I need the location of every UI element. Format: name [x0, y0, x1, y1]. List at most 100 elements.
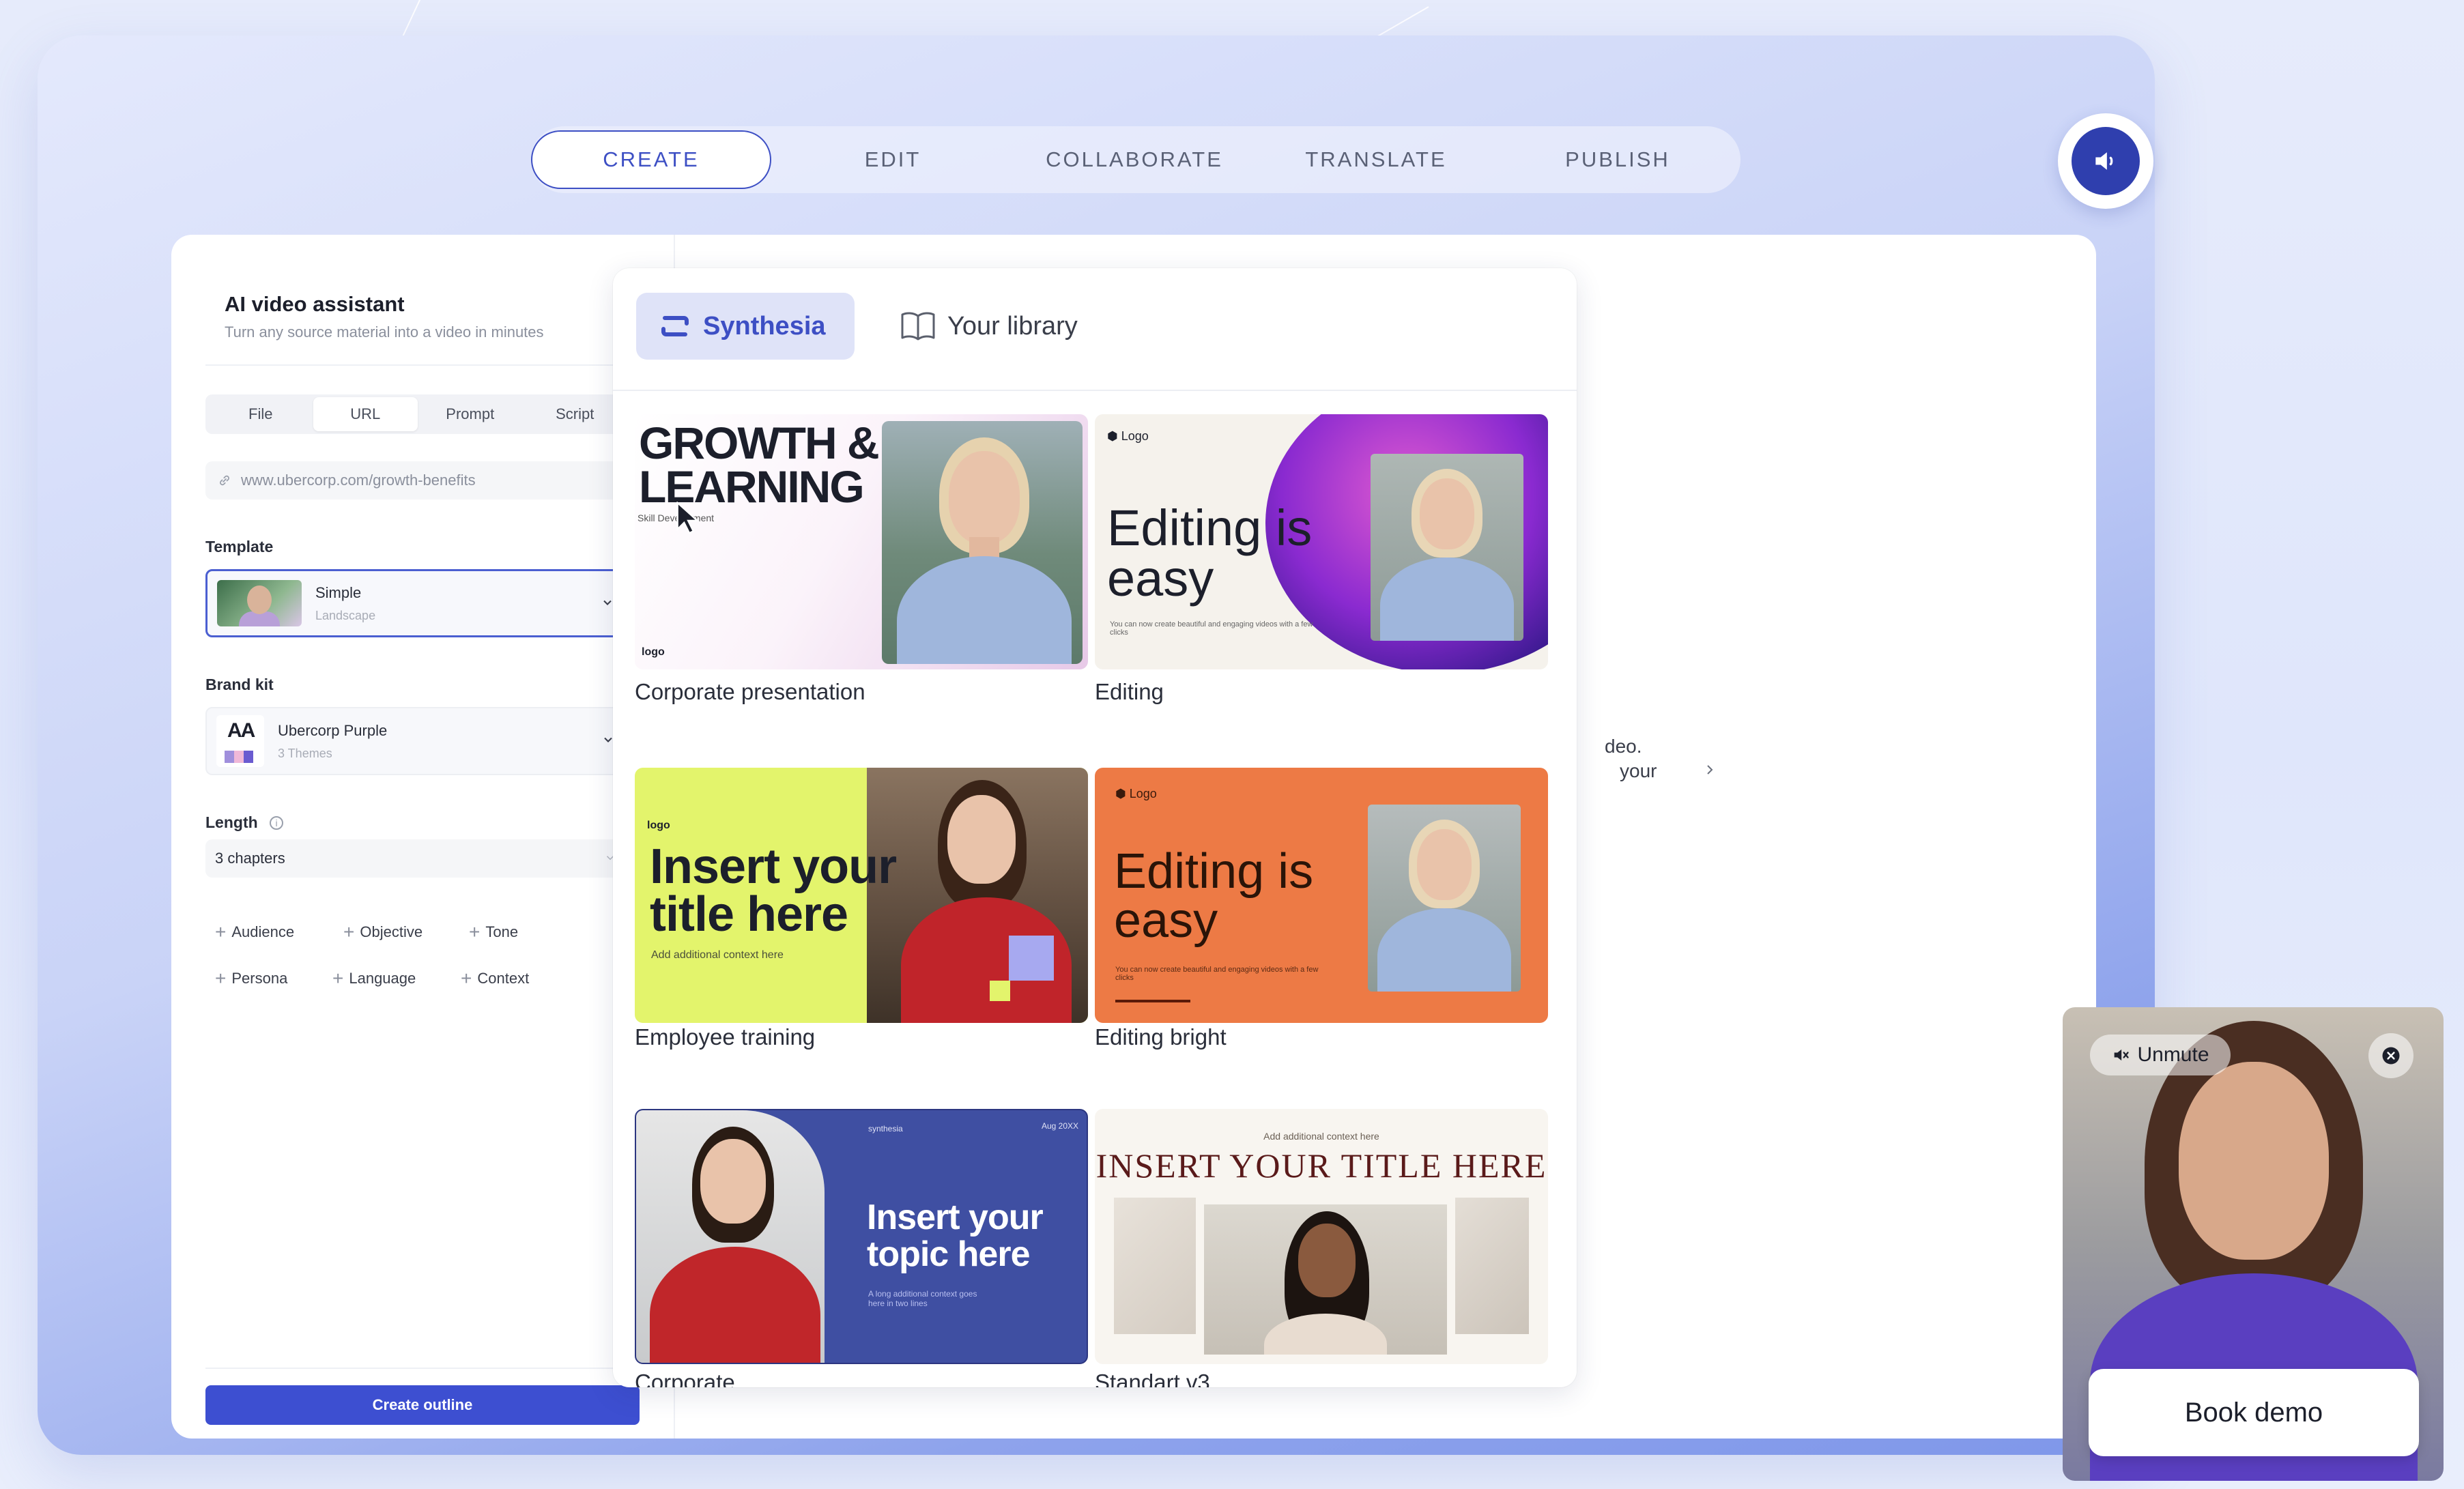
speaker-icon	[2095, 152, 2113, 170]
link-icon	[220, 475, 229, 486]
length-value: 3 chapters	[215, 850, 285, 867]
thumb-title: GROWTH & LEARNING	[639, 418, 880, 512]
template-orientation: Landscape	[315, 608, 376, 622]
chevron-down-icon	[603, 600, 612, 605]
thumb-small-text: A long additional context goes here in t…	[868, 1289, 977, 1308]
add-objective-chip[interactable]: + Objective	[343, 919, 422, 946]
chip-label: Tone	[485, 923, 519, 940]
thumb-logo: ⬢ Logo	[1107, 429, 1149, 443]
avatar-image	[1371, 454, 1523, 641]
divider	[205, 364, 649, 366]
template-card-editing-bright[interactable]: ⬢ Logo Editing is easy You can now creat…	[1095, 768, 1548, 1023]
tab-collaborate[interactable]: COLLABORATE	[1014, 130, 1255, 189]
template-card-editing[interactable]: ⬢ Logo Editing is easy You can now creat…	[1095, 414, 1548, 669]
thumb-title: Insert your title here	[650, 839, 897, 942]
chip-label: Context	[477, 970, 530, 987]
template-label: Standart v3	[1095, 1370, 1210, 1387]
template-card-corporate[interactable]: synthesia Aug 20XX Insert your topic her…	[635, 1109, 1088, 1364]
tab-translate[interactable]: TRANSLATE	[1256, 130, 1496, 189]
sound-toggle-button[interactable]	[2058, 113, 2153, 209]
picker-tab-synthesia[interactable]: Synthesia	[636, 293, 855, 360]
thumb-small-text: Add additional context here	[1263, 1131, 1379, 1142]
brand-kit-label: Brand kit	[205, 676, 274, 693]
url-input[interactable]	[240, 471, 625, 490]
create-outline-button[interactable]: Create outline	[205, 1385, 640, 1425]
source-tab-file[interactable]: File	[208, 397, 313, 431]
thumb-logo: logo	[642, 646, 665, 658]
info-icon[interactable]: i	[270, 816, 283, 830]
template-label: Template	[205, 538, 274, 555]
add-audience-chip[interactable]: + Audience	[215, 919, 294, 946]
add-language-chip[interactable]: + Language	[332, 965, 416, 992]
tab-publish[interactable]: PUBLISH	[1498, 130, 1738, 189]
thumb-small-text: You can now create beautiful and engagin…	[1115, 966, 1319, 982]
panel-subtitle: Turn any source material into a video in…	[225, 323, 544, 341]
template-card-standart-v3[interactable]: Add additional context here INSERT YOUR …	[1095, 1109, 1548, 1364]
brand-kit-select[interactable]: AA Ubercorp Purple 3 Themes	[205, 707, 630, 775]
avatar-image	[636, 1110, 825, 1363]
thumb-title: Insert your topic here	[867, 1198, 1044, 1274]
thumb-title: Editing is easy	[1114, 844, 1314, 948]
template-label: Editing bright	[1095, 1024, 1227, 1050]
thumb-logo: ⬢ Logo	[1115, 787, 1157, 800]
source-tab-script[interactable]: Script	[523, 397, 628, 431]
template-card-employee-training[interactable]: logo Insert your title here Add addition…	[635, 768, 1088, 1023]
thumb-logo: logo	[647, 820, 670, 831]
template-label: Corporate presentation	[635, 679, 865, 704]
brand-kit-mark: AA	[227, 719, 255, 742]
book-icon	[901, 312, 935, 341]
tab-edit[interactable]: EDIT	[773, 130, 1013, 189]
panel-title: AI video assistant	[225, 292, 405, 316]
chip-label: Language	[349, 970, 416, 987]
close-icon	[2382, 1047, 2400, 1065]
thumb-date: Aug 20XX	[1042, 1121, 1079, 1131]
template-select[interactable]: Simple Landscape	[205, 569, 630, 637]
url-field[interactable]	[205, 461, 640, 500]
partial-text: deo.	[1605, 736, 1642, 757]
ai-video-assistant-panel: AI video assistant Turn any source mater…	[171, 235, 675, 1439]
thumb-title: Editing is easy	[1107, 500, 1313, 607]
source-tabs: File URL Prompt Script	[205, 394, 630, 434]
template-card-corporate-presentation[interactable]: GROWTH & LEARNING Skill Development logo	[635, 414, 1088, 669]
thumb-logo: synthesia	[868, 1124, 903, 1133]
chip-label: Audience	[231, 923, 295, 940]
chevron-right-icon[interactable]	[1702, 762, 1718, 778]
source-tab-url[interactable]: URL	[313, 397, 418, 431]
chip-label: Persona	[231, 970, 288, 987]
thumb-title: INSERT YOUR TITLE HERE	[1095, 1146, 1547, 1185]
template-thumbnail	[217, 580, 302, 626]
template-label: Editing	[1095, 679, 1164, 704]
template-label: Corporate	[635, 1370, 735, 1387]
avatar-image	[882, 421, 1083, 664]
partial-text: your	[1620, 760, 1657, 781]
unmute-button[interactable]: Unmute	[2090, 1035, 2231, 1075]
template-label: Employee training	[635, 1024, 816, 1050]
presenter-video-popup[interactable]: Unmute Book demo	[2063, 1007, 2444, 1481]
picker-tab-label: Your library	[947, 311, 1078, 341]
template-name: Simple	[315, 583, 362, 601]
thumb-small-text: Add additional context here	[651, 949, 784, 961]
picker-tab-your-library[interactable]: Your library	[900, 293, 1145, 360]
length-select[interactable]: 3 chapters	[205, 839, 630, 878]
divider	[613, 390, 1577, 391]
template-picker: Synthesia Your library GROWTH & LEARNING…	[613, 268, 1577, 1387]
thumb-small-text: You can now create beautiful and engagin…	[1110, 620, 1313, 637]
close-button[interactable]	[2368, 1033, 2413, 1078]
tab-create[interactable]: CREATE	[531, 130, 771, 189]
length-label: Length	[205, 813, 258, 831]
add-tone-chip[interactable]: + Tone	[469, 919, 518, 946]
brand-kit-thumbnail: AA	[216, 715, 264, 767]
picker-tab-label: Synthesia	[703, 311, 826, 341]
add-context-chip[interactable]: + Context	[461, 965, 529, 992]
chip-label: Objective	[360, 923, 423, 940]
feature-tabs: CREATE EDIT COLLABORATE TRANSLATE PUBLIS…	[531, 126, 1740, 193]
muted-speaker-icon	[2115, 1049, 2130, 1061]
presenter-face	[2179, 1062, 2329, 1260]
add-persona-chip[interactable]: + Persona	[215, 965, 287, 992]
book-demo-button[interactable]: Book demo	[2089, 1369, 2419, 1456]
synthesia-logo-icon	[661, 316, 689, 336]
brand-kit-themes: 3 Themes	[278, 746, 332, 760]
brand-kit-name: Ubercorp Purple	[278, 721, 388, 739]
mouse-cursor-icon	[676, 502, 700, 534]
source-tab-prompt[interactable]: Prompt	[418, 397, 523, 431]
